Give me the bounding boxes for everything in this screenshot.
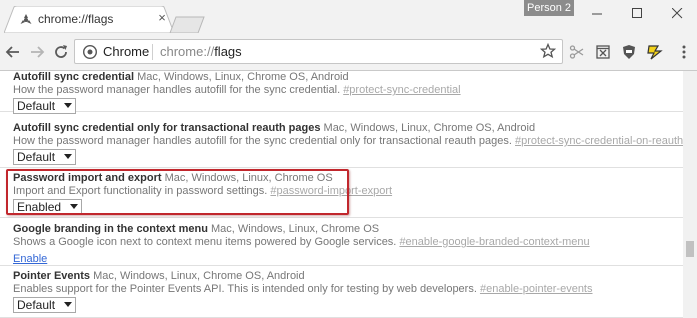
enable-link[interactable]: Enable [13,252,47,266]
flag-select-value: Default [17,298,56,312]
flag-select[interactable]: Default [13,149,77,165]
maximize-button[interactable] [617,0,657,26]
bookmark-star-icon[interactable] [540,43,556,59]
chevron-down-icon [64,302,73,307]
url-scheme: chrome:// [160,44,215,59]
more-vert-icon [682,45,686,59]
omnibox-separator [152,44,153,60]
flag-description: Enables support for the Pointer Events A… [13,283,477,295]
tab-close-icon[interactable]: × [155,11,169,25]
flag-platforms: Mac, Windows, Linux, Chrome OS [211,223,380,235]
chevron-down-icon [64,154,73,159]
scissors-icon [569,45,584,59]
menu-button[interactable] [674,42,694,62]
flags-page: Autofill sync credential Mac, Windows, L… [0,71,683,318]
extension-shield[interactable] [619,42,639,62]
address-bar[interactable]: Chrome chrome://flags [74,39,563,64]
extension-lightning[interactable] [645,42,665,62]
reader-icon [596,45,610,59]
reload-icon [55,45,67,58]
shield-icon [623,45,635,59]
flag-item: Google branding in the context menu Mac,… [0,218,683,266]
extension-scissors[interactable] [567,42,587,62]
flag-item: Autofill sync credential only for transa… [0,112,683,168]
flag-platforms: Mac, Windows, Linux, Chrome OS, Android [137,71,349,83]
url-text[interactable]: chrome://flags [160,44,242,59]
url-path: flags [214,44,242,59]
minimize-icon [591,13,602,14]
tab-flags[interactable]: chrome://flags × [4,6,174,33]
flag-anchor-link[interactable]: #protect-sync-credential [343,84,460,96]
omnibox-chip-label: Chrome [103,44,150,59]
flag-anchor-link[interactable]: #enable-google-branded-context-menu [399,236,589,248]
page-scrollbar[interactable] [683,71,697,318]
flag-item: Autofill sync credential Mac, Windows, L… [0,71,683,114]
highlight-annotation [6,169,349,215]
chrome-logo-icon [83,45,97,59]
flag-name: Pointer Events [13,270,91,282]
flag-select[interactable]: Default [13,297,77,313]
tab-title: chrome://flags [38,12,114,26]
flag-item: Pointer Events Mac, Windows, Linux, Chro… [0,266,683,318]
flag-description: Shows a Google icon next to context menu… [13,236,397,248]
flask-icon [20,14,32,24]
forward-arrow-icon [31,46,45,58]
close-icon [671,7,682,18]
new-tab-button[interactable] [168,16,208,33]
flag-platforms: Mac, Windows, Linux, Chrome OS, Android [323,122,536,134]
profile-badge[interactable]: Person 2 [524,0,574,16]
back-arrow-icon [5,46,19,58]
flag-description: How the password manager handles autofil… [13,84,341,96]
close-window-button[interactable] [657,0,697,26]
flag-select-value: Default [17,150,56,164]
reload-button[interactable] [51,42,71,62]
flag-name: Autofill sync credential [13,71,135,83]
minimize-button[interactable] [577,0,617,26]
flag-name: Autofill sync credential only for transa… [13,122,321,134]
extension-reader[interactable] [593,42,613,62]
back-button[interactable] [3,42,23,62]
forward-button[interactable] [27,42,47,62]
flag-platforms: Mac, Windows, Linux, Chrome OS, Android [93,270,305,282]
flag-select-value: Default [17,99,56,113]
chevron-down-icon [64,103,73,108]
lightning-icon [647,45,663,60]
flag-anchor-link[interactable]: #protect-sync-credential-on-reauth [515,135,683,147]
maximize-icon [631,7,642,18]
scrollbar-thumb[interactable] [686,241,694,257]
toolbar: Chrome chrome://flags [0,33,697,71]
flag-name: Google branding in the context menu [13,223,208,235]
flag-description: How the password manager handles autofil… [13,135,512,147]
title-bar: chrome://flags × Person 2 [0,0,697,33]
flag-anchor-link[interactable]: #enable-pointer-events [480,283,593,295]
